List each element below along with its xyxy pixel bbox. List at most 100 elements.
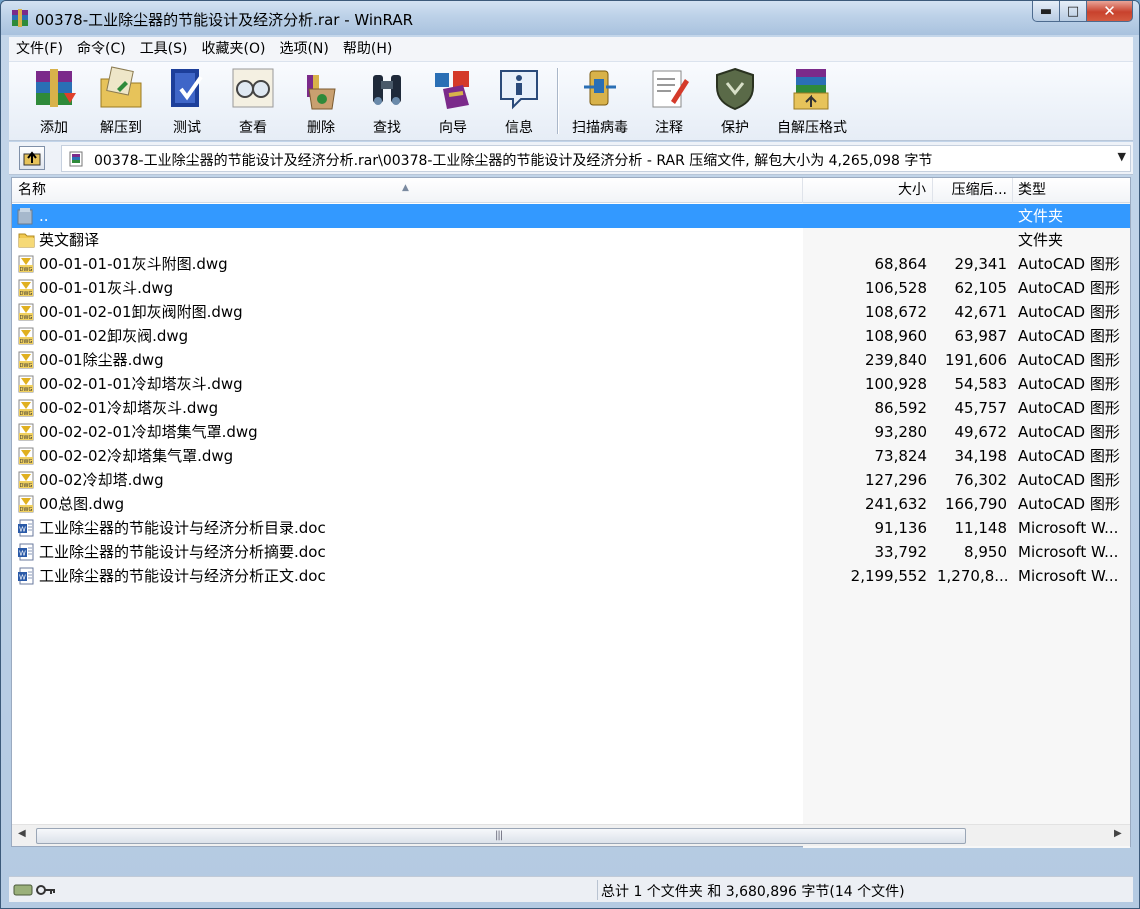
file-type: AutoCAD 图形 (1018, 471, 1120, 489)
folder-up-icon (17, 207, 36, 225)
column-name-header[interactable]: 名称 ▲ (12, 178, 803, 203)
file-row[interactable]: DWG 00-02-02-01冷却塔集气罩.dwg 93,280 49,672 Auto… (12, 420, 1130, 444)
file-type: AutoCAD 图形 (1018, 447, 1120, 465)
delete-button[interactable]: 删除 (289, 65, 353, 137)
file-packed-size: 62,105 (954, 279, 1008, 297)
sfx-button[interactable]: 自解压格式 (769, 65, 855, 137)
toolbar: 添加 解压到 测试 查看 删除 查找 向导 信息 扫描病毒 注释 保护 自解压格… (9, 61, 1133, 141)
file-type: AutoCAD 图形 (1018, 495, 1120, 513)
svg-text:DWG: DWG (20, 459, 33, 465)
view-button[interactable]: 查看 (221, 65, 285, 137)
virus-scan-label: 扫描病毒 (572, 120, 628, 136)
title-bar[interactable]: 00378-工业除尘器的节能设计及经济分析.rar - WinRAR ▬ □ ✕ (1, 1, 1139, 35)
comment-button[interactable]: 注释 (637, 65, 701, 137)
file-row[interactable]: DWG 00总图.dwg 241,632 166,790 AutoCAD 图形 (12, 492, 1130, 516)
file-row[interactable]: W 工业除尘器的节能设计与经济分析目录.doc 91,136 11,148 Micros… (12, 516, 1130, 540)
find-label: 查找 (373, 120, 401, 136)
menu-help[interactable]: 帮助(H) (336, 37, 399, 61)
file-row[interactable]: W 工业除尘器的节能设计与经济分析摘要.doc 33,792 8,950 Microso… (12, 540, 1130, 564)
scroll-right-icon[interactable]: ▶ (1114, 828, 1122, 839)
file-row[interactable]: DWG 00-01-01灰斗.dwg 106,528 62,105 AutoCAD 图形 (12, 276, 1130, 300)
column-type-header[interactable]: 类型 (1013, 178, 1130, 203)
status-bar: 总计 1 个文件夹 和 3,680,896 字节(14 个文件) (9, 876, 1133, 902)
file-type: AutoCAD 图形 (1018, 279, 1120, 297)
wizard-label: 向导 (439, 120, 467, 136)
protect-shield-icon (716, 67, 754, 111)
extract-to-button[interactable]: 解压到 (89, 65, 153, 137)
delete-label: 删除 (307, 120, 335, 136)
minimize-button[interactable]: ▬ (1032, 1, 1060, 22)
column-type-label: 类型 (1018, 182, 1046, 198)
file-size: 68,864 (874, 255, 928, 273)
sfx-label: 自解压格式 (777, 120, 847, 136)
svg-text:DWG: DWG (20, 507, 33, 513)
file-name: 00-02-01冷却塔灰斗.dwg (39, 399, 219, 417)
file-row[interactable]: DWG 00-01除尘器.dwg 239,840 191,606 AutoCAD 图形 (12, 348, 1130, 372)
wizard-icon (435, 71, 469, 109)
info-label: 信息 (505, 120, 533, 136)
horizontal-scrollbar[interactable]: ◀ ||| ▶ (12, 824, 1130, 846)
file-name: .. (39, 204, 49, 228)
file-packed-size: 42,671 (954, 303, 1008, 321)
file-name: 00-02-01-01冷却塔灰斗.dwg (39, 375, 243, 393)
file-row[interactable]: DWG 00-01-02卸灰阀.dwg 108,960 63,987 AutoCAD 图… (12, 324, 1130, 348)
menu-commands[interactable]: 命令(C) (70, 37, 133, 61)
find-button[interactable]: 查找 (355, 65, 419, 137)
status-separator (597, 880, 598, 900)
file-name: 00总图.dwg (39, 495, 125, 513)
scroll-left-icon[interactable]: ◀ (18, 828, 26, 839)
dwg-file-icon: DWG (17, 351, 36, 369)
file-name: 英文翻译 (39, 231, 100, 249)
winrar-app-icon (12, 9, 28, 27)
dwg-file-icon: DWG (17, 447, 36, 465)
menu-options[interactable]: 选项(N) (272, 37, 335, 61)
file-row[interactable]: 英文翻译 文件夹 (12, 228, 1130, 252)
column-size-header[interactable]: 大小 (803, 178, 933, 203)
file-type: AutoCAD 图形 (1018, 255, 1120, 273)
file-row[interactable]: DWG 00-02-01冷却塔灰斗.dwg 86,592 45,757 AutoCAD … (12, 396, 1130, 420)
file-type: Microsoft W... (1018, 543, 1119, 561)
protect-button[interactable]: 保护 (703, 65, 767, 137)
file-row[interactable]: DWG 00-02冷却塔.dwg 127,296 76,302 AutoCAD 图形 (12, 468, 1130, 492)
find-binoculars-icon (373, 75, 401, 105)
address-dropdown-icon[interactable]: ▼ (1118, 150, 1126, 163)
file-name: 00-01-02卸灰阀.dwg (39, 327, 189, 345)
info-button[interactable]: 信息 (487, 65, 551, 137)
file-row[interactable]: .. 文件夹 (12, 204, 1130, 228)
virus-scan-button[interactable]: 扫描病毒 (565, 65, 635, 137)
file-size: 2,199,552 (850, 567, 927, 585)
file-name: 00-01除尘器.dwg (39, 351, 164, 369)
test-button[interactable]: 测试 (155, 65, 219, 137)
folder-icon (17, 231, 36, 249)
menu-file[interactable]: 文件(F) (9, 37, 70, 61)
file-row[interactable]: DWG 00-01-02-01卸灰阀附图.dwg 108,672 42,671 Auto… (12, 300, 1130, 324)
maximize-button[interactable]: □ (1060, 1, 1087, 22)
column-name-label: 名称 (18, 182, 46, 198)
view-glasses-icon (232, 68, 274, 108)
add-button[interactable]: 添加 (19, 65, 89, 137)
file-row[interactable]: DWG 00-02-02冷却塔集气罩.dwg 73,824 34,198 AutoCAD… (12, 444, 1130, 468)
column-packed-header[interactable]: 压缩后... (933, 178, 1013, 203)
archive-file-icon (69, 151, 83, 167)
svg-text:DWG: DWG (20, 291, 33, 297)
file-row[interactable]: W 工业除尘器的节能设计与经济分析正文.doc 2,199,552 1,270,8..… (12, 564, 1130, 588)
menu-favorites[interactable]: 收藏夹(O) (195, 37, 273, 61)
status-summary: 总计 1 个文件夹 和 3,680,896 字节(14 个文件) (601, 884, 905, 900)
address-path: 00378-工业除尘器的节能设计及经济分析.rar\00378-工业除尘器的节能… (94, 153, 933, 169)
wizard-button[interactable]: 向导 (421, 65, 485, 137)
svg-text:W: W (19, 550, 26, 558)
svg-text:DWG: DWG (20, 483, 33, 489)
dwg-file-icon: DWG (17, 399, 36, 417)
dwg-file-icon: DWG (17, 495, 36, 513)
close-button[interactable]: ✕ (1087, 1, 1133, 22)
scrollbar-thumb[interactable]: ||| (36, 828, 966, 844)
up-one-level-button[interactable] (19, 146, 45, 170)
file-row[interactable]: DWG 00-01-01-01灰斗附图.dwg 68,864 29,341 AutoCA… (12, 252, 1130, 276)
address-row: 00378-工业除尘器的节能设计及经济分析.rar\00378-工业除尘器的节能… (9, 142, 1133, 175)
file-packed-size: 34,198 (954, 447, 1008, 465)
column-header: 名称 ▲ 大小 压缩后... 类型 (12, 178, 1130, 203)
menu-tools[interactable]: 工具(S) (133, 37, 195, 61)
file-row[interactable]: DWG 00-02-01-01冷却塔灰斗.dwg 100,928 54,583 Auto… (12, 372, 1130, 396)
address-bar[interactable]: 00378-工业除尘器的节能设计及经济分析.rar\00378-工业除尘器的节能… (61, 145, 1131, 172)
svg-text:DWG: DWG (20, 363, 33, 369)
